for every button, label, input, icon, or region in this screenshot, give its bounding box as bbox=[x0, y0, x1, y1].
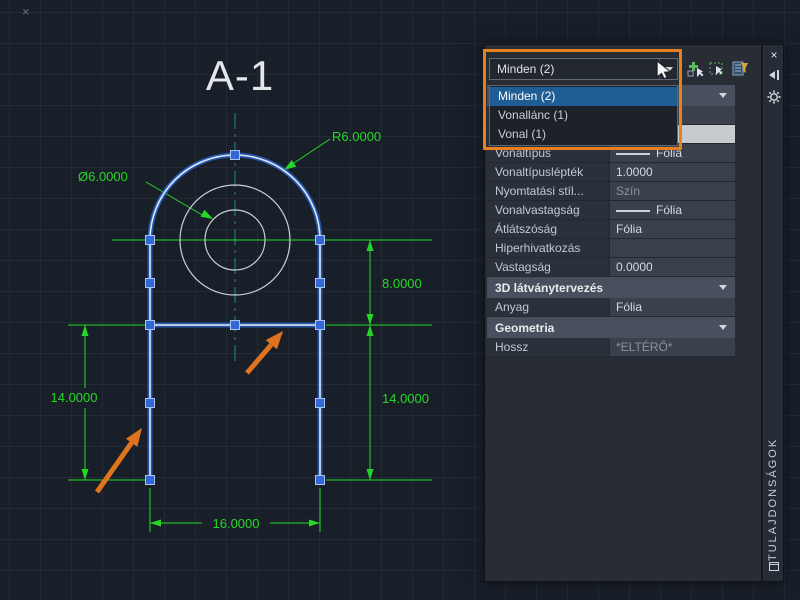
property-row: Vonalvastagság Fólia bbox=[487, 201, 735, 220]
palette-title-bar[interactable]: × TULAJDONSÁGOK bbox=[762, 44, 784, 582]
property-value-text: 1.0000 bbox=[616, 165, 653, 179]
property-row: Vastagság 0.0000 bbox=[487, 258, 735, 277]
property-value[interactable]: *ELTÉRŐ* bbox=[609, 338, 735, 357]
section-label: Geometria bbox=[495, 320, 555, 335]
linetype-sample-icon bbox=[616, 152, 650, 155]
section-header[interactable]: 3D látványtervezés bbox=[487, 277, 735, 298]
property-label: Vastagság bbox=[487, 258, 609, 277]
property-row: Vonaltípuslépték 1.0000 bbox=[487, 163, 735, 182]
property-value[interactable] bbox=[609, 239, 735, 258]
dim-right[interactable]: 14.0000 bbox=[382, 391, 429, 406]
property-label: Hiperhivatkozás bbox=[487, 239, 609, 258]
property-value-text: Fólia bbox=[656, 203, 683, 217]
properties-palette-main: Minden (2) Vonaltípus Fólia Vonaltípuslé… bbox=[483, 44, 762, 582]
property-row: Hossz *ELTÉRŐ* bbox=[487, 338, 735, 357]
property-label: Vonalvastagság bbox=[487, 201, 609, 220]
dim-radius[interactable]: R6.0000 bbox=[332, 129, 381, 144]
properties-palette: Minden (2) Vonaltípus Fólia Vonaltípuslé… bbox=[483, 44, 784, 582]
gear-icon[interactable] bbox=[763, 89, 785, 110]
property-label: Anyag bbox=[487, 298, 609, 317]
pickadd-toggle-icon[interactable] bbox=[685, 59, 705, 79]
annotation-highlight-box bbox=[483, 49, 682, 150]
property-value[interactable]: Fólia bbox=[609, 201, 735, 220]
property-value-text: 0.0000 bbox=[616, 260, 653, 274]
linetype-sample-icon bbox=[616, 209, 650, 212]
palette-dock-icon[interactable] bbox=[763, 558, 785, 579]
property-value-text: Fólia bbox=[616, 300, 643, 314]
property-label: Nyomtatási stíl... bbox=[487, 182, 609, 201]
property-value-text: *ELTÉRŐ* bbox=[616, 340, 673, 354]
quick-select-icon[interactable] bbox=[730, 59, 750, 79]
dim-diameter[interactable]: Ø6.0000 bbox=[78, 169, 128, 184]
property-value[interactable]: 0.0000 bbox=[609, 258, 735, 277]
property-row: Nyomtatási stíl... Szín bbox=[487, 182, 735, 201]
dim-left[interactable]: 14.0000 bbox=[51, 390, 98, 405]
callout-arrows[interactable] bbox=[94, 331, 283, 494]
close-icon[interactable]: × bbox=[763, 48, 785, 62]
mouse-cursor bbox=[656, 61, 672, 80]
property-value[interactable]: Fólia bbox=[609, 298, 735, 317]
application-window: × A-1 14.0000 14.0000 8.0000 16.0000 R6.… bbox=[0, 0, 800, 600]
property-row: Átlátszóság Fólia bbox=[487, 220, 735, 239]
property-row: Hiperhivatkozás bbox=[487, 239, 735, 258]
property-label: Átlátszóság bbox=[487, 220, 609, 239]
dimension-arrowheads bbox=[81, 160, 374, 527]
chevron-down-icon bbox=[719, 285, 727, 290]
chevron-down-icon bbox=[719, 325, 727, 330]
property-value[interactable]: Szín bbox=[609, 182, 735, 201]
dim-upper-right[interactable]: 8.0000 bbox=[382, 276, 422, 291]
property-label: Vonaltípuslépték bbox=[487, 163, 609, 182]
select-objects-icon[interactable] bbox=[707, 59, 727, 79]
property-value[interactable]: Fólia bbox=[609, 220, 735, 239]
property-row: Anyag Fólia bbox=[487, 298, 735, 317]
drawing-title[interactable]: A-1 bbox=[206, 52, 274, 99]
section-label: 3D látványtervezés bbox=[495, 280, 604, 295]
chevron-down-icon bbox=[719, 93, 727, 98]
property-value-text: Szín bbox=[616, 184, 641, 198]
property-value-text: Fólia bbox=[616, 222, 643, 236]
extension-lines bbox=[68, 324, 432, 532]
section-header[interactable]: Geometria bbox=[487, 317, 735, 338]
property-label: Hossz bbox=[487, 338, 609, 357]
property-value[interactable]: 1.0000 bbox=[609, 163, 735, 182]
dim-bottom[interactable]: 16.0000 bbox=[213, 516, 260, 531]
dimension-lines[interactable] bbox=[84, 138, 371, 524]
auto-hide-icon[interactable] bbox=[763, 67, 785, 88]
palette-title: TULAJDONSÁGOK bbox=[767, 437, 779, 561]
